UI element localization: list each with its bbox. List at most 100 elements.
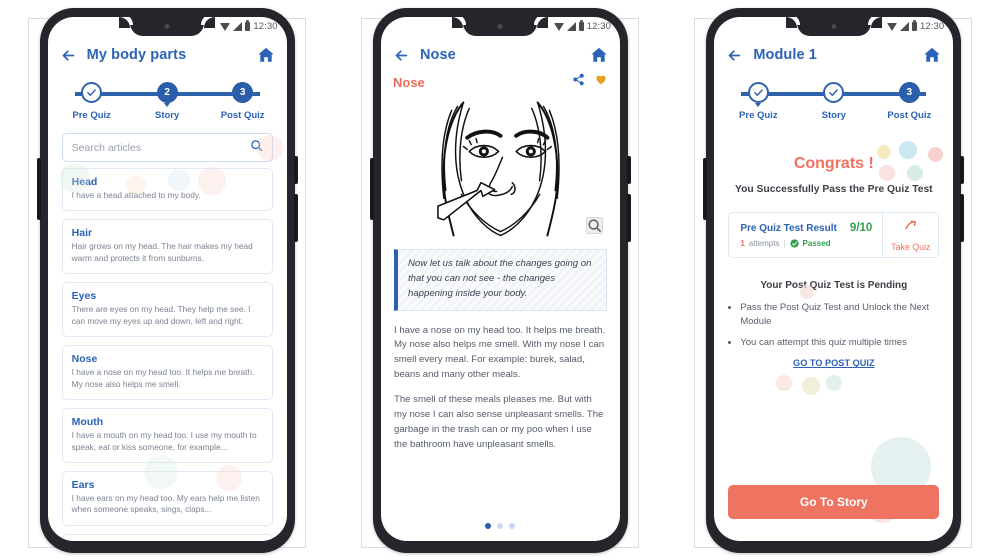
power-button[interactable]: [293, 194, 298, 242]
back-arrow-icon[interactable]: [60, 47, 77, 64]
back-arrow-icon[interactable]: [726, 47, 743, 64]
stepper-step-post-quiz[interactable]: 3 Post Quiz: [215, 82, 271, 121]
app-bar-2: Nose: [381, 36, 620, 72]
status-badge: Passed: [802, 239, 831, 248]
arrow-up-right-icon: [903, 218, 918, 238]
quote-text: Now let us talk about the changes going …: [407, 258, 592, 299]
pending-bullet: Pass the Post Quiz Test and Unlock the N…: [740, 301, 935, 329]
page-dot[interactable]: [485, 523, 492, 529]
signal-icon: [566, 22, 576, 31]
volume-button[interactable]: [369, 158, 374, 220]
app-bar-1: My body parts: [48, 36, 287, 72]
article-card-description: I have a mouth on my head too. I use my …: [71, 430, 257, 452]
article-title: Nose: [392, 74, 425, 90]
status-time: 12:30: [253, 21, 278, 32]
back-arrow-icon[interactable]: [393, 47, 410, 64]
search-section: [48, 125, 287, 168]
home-icon[interactable]: [590, 46, 608, 64]
status-bar: 12:30: [381, 17, 620, 36]
article-list[interactable]: Head I have a head attached to my body. Ha…: [48, 168, 287, 541]
stepper-label: Pre Quiz: [739, 110, 778, 121]
article-card[interactable]: Hair Hair grows on my head. The hair make…: [61, 219, 273, 275]
result-score: 9/10: [849, 222, 873, 234]
home-icon[interactable]: [257, 46, 275, 64]
stepper-step-story[interactable]: 2 Story: [139, 82, 195, 121]
page-title: Nose: [419, 47, 456, 63]
stepper-step-pre-quiz[interactable]: Pre Quiz: [730, 82, 786, 121]
wifi-icon: [553, 22, 564, 31]
attempts-count: 1: [740, 239, 745, 248]
page-dot[interactable]: [509, 523, 516, 529]
search-box[interactable]: [61, 133, 273, 162]
power-button[interactable]: [960, 194, 965, 242]
volume-rocker[interactable]: [293, 156, 298, 184]
stepper-step-post-quiz[interactable]: 3 Post Quiz: [881, 82, 937, 121]
article-card-description: Hair grows on my head. The hair makes my…: [71, 241, 253, 263]
volume-rocker[interactable]: [960, 156, 965, 184]
article-card[interactable]: Head I have a head attached to my body.: [61, 168, 273, 212]
decor-blob: [802, 377, 821, 395]
stepper-label: Post Quiz: [220, 110, 265, 121]
page-title: My body parts: [86, 47, 187, 63]
go-to-story-button[interactable]: Go To Story: [728, 485, 940, 519]
step-circle-done: [747, 82, 769, 103]
pending-bullets: Pass the Post Quiz Test and Unlock the N…: [740, 301, 935, 349]
article-card-description: I have a nose on my head too. It helps m…: [71, 367, 255, 389]
article-card-title: Hair: [71, 227, 93, 240]
app-bar-3: Module 1: [714, 36, 953, 72]
phone-screen-3: 12:30 Module 1 Pre Quiz Story 3 Post Qui…: [714, 17, 954, 541]
phone-slot-1: 12:30 My body parts Pre Quiz 2 Story 3 P…: [22, 0, 312, 560]
stepper-step-story[interactable]: Story: [806, 82, 862, 121]
article-card[interactable]: Eyes There are eyes on my head. They help…: [61, 282, 273, 338]
stepper-caret-icon: [164, 103, 171, 107]
wifi-icon: [887, 22, 898, 31]
search-input[interactable]: [71, 141, 244, 154]
search-icon[interactable]: [250, 139, 263, 157]
phone-mockups-stage: 12:30 My body parts Pre Quiz 2 Story 3 P…: [0, 0, 1000, 560]
pending-bullet: You can attempt this quiz multiple times: [740, 336, 935, 350]
stepper-label: Story: [155, 110, 180, 121]
page-indicator[interactable]: [381, 523, 620, 529]
article-card[interactable]: NeckMy head is connected to a neck. My n…: [61, 533, 273, 541]
signal-icon: [233, 22, 243, 31]
status-time: 12:30: [586, 21, 611, 32]
volume-button[interactable]: [703, 158, 708, 220]
phone-slot-3: 12:30 Module 1 Pre Quiz Story 3 Post Qui…: [688, 0, 978, 560]
volume-button[interactable]: [36, 158, 41, 220]
woman-face-nose-illustration: [392, 99, 608, 239]
article-card[interactable]: Mouth I have a mouth on my head too. I us…: [61, 408, 273, 463]
quote-callout: Now let us talk about the changes going …: [393, 249, 607, 311]
article-card[interactable]: Nose I have a nose on my head too. It hel…: [61, 345, 273, 401]
go-to-post-quiz-link[interactable]: GO TO POST QUIZ: [714, 358, 953, 368]
page-title: Module 1: [753, 47, 817, 63]
home-icon[interactable]: [923, 46, 941, 64]
power-button[interactable]: [626, 194, 631, 242]
article-card-title: Head: [71, 176, 98, 188]
wifi-icon: [220, 22, 231, 31]
stepper-step-pre-quiz[interactable]: Pre Quiz: [64, 82, 120, 121]
signal-icon: [900, 22, 910, 31]
pending-title: Your Post Quiz Test is Pending: [760, 280, 908, 291]
progress-stepper-3: Pre Quiz Story 3 Post Quiz: [714, 72, 953, 125]
share-icon[interactable]: [572, 73, 585, 91]
attempts-label: attempts: [748, 239, 780, 248]
article-actions: [572, 73, 608, 91]
status-bar: 12:30: [714, 17, 953, 36]
favorite-heart-icon[interactable]: [594, 73, 608, 91]
magnify-icon[interactable]: [585, 217, 603, 234]
phone-device-2: 12:30 Nose Nose Now let us talk about th…: [369, 8, 631, 553]
step-circle-done: [823, 82, 845, 103]
stepper-caret-icon: [755, 103, 762, 107]
progress-stepper-1: Pre Quiz 2 Story 3 Post Quiz: [48, 72, 287, 125]
phone-screen-1: 12:30 My body parts Pre Quiz 2 Story 3 P…: [47, 17, 287, 541]
battery-icon: [578, 20, 584, 31]
decor-blob: [826, 375, 843, 391]
take-quiz-button[interactable]: Take Quiz: [882, 213, 938, 257]
check-circle-icon: [789, 239, 799, 248]
article-card-description: I have a head attached to my body.: [71, 190, 201, 200]
page-dot[interactable]: [497, 523, 504, 529]
article-header: Nose: [381, 72, 620, 97]
volume-rocker[interactable]: [626, 156, 631, 184]
battery-icon: [912, 20, 918, 31]
article-card[interactable]: Ears I have ears on my head too. My ears …: [61, 470, 273, 526]
